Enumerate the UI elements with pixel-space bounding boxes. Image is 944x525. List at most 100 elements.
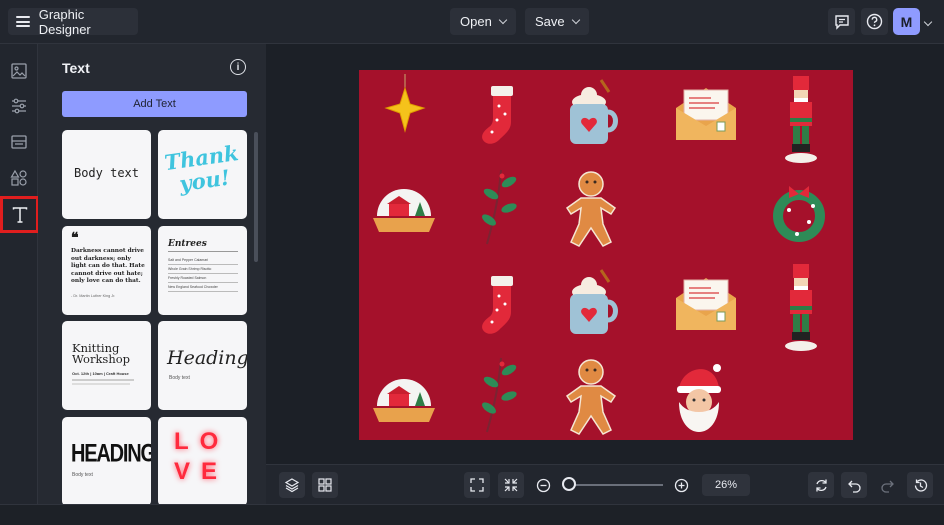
template-quote-author: - Dr. Martin Luther King Jr. bbox=[71, 294, 116, 298]
chevron-down-icon[interactable] bbox=[923, 17, 933, 27]
zoom-slider-handle[interactable] bbox=[562, 477, 576, 491]
menu-divider bbox=[168, 251, 238, 252]
template-heading-bold-label: HEADING bbox=[71, 440, 151, 468]
zoom-level[interactable]: 26% bbox=[702, 474, 750, 496]
app-window: Graphic Designer Open Save M Text i Add … bbox=[0, 0, 944, 525]
snow-globe-sticker[interactable] bbox=[369, 366, 439, 426]
template-love[interactable]: LOVE bbox=[158, 417, 247, 504]
envelope-sticker[interactable] bbox=[673, 274, 739, 332]
star-ornament-sticker[interactable] bbox=[371, 74, 437, 138]
envelope-sticker[interactable] bbox=[673, 84, 739, 142]
stocking-sticker[interactable] bbox=[479, 274, 523, 342]
divider bbox=[72, 379, 134, 381]
comment-button[interactable] bbox=[828, 8, 855, 35]
save-label: Save bbox=[535, 14, 565, 29]
wreath-sticker[interactable] bbox=[769, 182, 829, 244]
design-canvas[interactable] bbox=[359, 70, 853, 440]
layers-button[interactable] bbox=[279, 472, 305, 498]
template-knitting[interactable]: Knitting Workshop Oct. 12th | 10am | Cra… bbox=[62, 321, 151, 410]
chevron-down-icon bbox=[571, 15, 580, 25]
stocking-sticker[interactable] bbox=[479, 84, 523, 152]
footer-strip bbox=[0, 504, 944, 525]
undo-button[interactable] bbox=[841, 472, 867, 498]
template-quote-text: Darkness cannot drive out darkness; only… bbox=[71, 248, 145, 284]
save-button[interactable]: Save bbox=[525, 8, 589, 35]
rail-item-images[interactable] bbox=[4, 56, 34, 86]
template-love-label: LOVE bbox=[174, 428, 230, 485]
rail-item-adjust[interactable] bbox=[4, 91, 34, 121]
undo-icon bbox=[847, 480, 861, 493]
holly-sprig-sticker[interactable] bbox=[479, 356, 523, 434]
help-button[interactable] bbox=[861, 8, 888, 35]
rail-item-text[interactable] bbox=[0, 196, 39, 233]
santa-sticker[interactable] bbox=[671, 358, 727, 434]
workspace bbox=[266, 44, 944, 464]
avatar[interactable]: M bbox=[893, 8, 920, 35]
template-quote[interactable]: ❝ Darkness cannot drive out darkness; on… bbox=[62, 226, 151, 315]
nutcracker-sticker[interactable] bbox=[781, 74, 821, 164]
holly-sprig-sticker[interactable] bbox=[479, 168, 523, 246]
text-template-grid: Body text Thank you! ❝ Darkness cannot d… bbox=[62, 130, 248, 504]
cocoa-mug-sticker[interactable] bbox=[565, 78, 621, 148]
app-menu-button[interactable]: Graphic Designer bbox=[8, 6, 138, 37]
info-icon[interactable]: i bbox=[230, 59, 246, 75]
cocoa-mug-sticker[interactable] bbox=[565, 268, 621, 338]
template-body-text-label: Body text bbox=[73, 166, 140, 180]
nutcracker-sticker[interactable] bbox=[781, 262, 821, 352]
text-panel: Text i Add Text Body text Thank you! ❝ D… bbox=[38, 44, 266, 504]
menu-icon bbox=[16, 16, 30, 27]
zoom-out-icon[interactable] bbox=[536, 478, 551, 493]
panel-scrollbar[interactable] bbox=[254, 132, 258, 262]
divider bbox=[72, 383, 130, 385]
refresh-button[interactable] bbox=[808, 472, 834, 498]
template-thank-you[interactable]: Thank you! bbox=[158, 130, 247, 219]
help-icon bbox=[866, 13, 883, 30]
gingerbread-sticker[interactable] bbox=[559, 168, 623, 248]
template-heading-script-sub: Body text bbox=[169, 375, 190, 381]
quote-mark-icon: ❝ bbox=[71, 230, 79, 246]
menu-item: New England Seafood Chowder bbox=[168, 283, 238, 292]
grid-icon bbox=[318, 478, 332, 492]
avatar-letter: M bbox=[900, 13, 913, 30]
template-menu-list: Salt and Pepper Calamari Whole Grain Shr… bbox=[168, 256, 238, 292]
text-icon bbox=[12, 206, 27, 223]
comment-icon bbox=[834, 14, 849, 30]
template-heading-bold[interactable]: HEADING Body text bbox=[62, 417, 151, 504]
bottom-toolbar: 26% bbox=[266, 464, 944, 504]
panel-title: Text bbox=[62, 60, 90, 76]
template-body-text[interactable]: Body text bbox=[62, 130, 151, 219]
layout-icon bbox=[11, 135, 27, 149]
top-bar: Graphic Designer Open Save M bbox=[0, 0, 944, 44]
template-knitting-sub: Oct. 12th | 10am | Craft House bbox=[72, 371, 129, 376]
refresh-icon bbox=[815, 479, 827, 491]
add-text-button[interactable]: Add Text bbox=[62, 91, 247, 117]
shapes-icon bbox=[10, 169, 27, 186]
template-heading-script[interactable]: Heading Body text bbox=[158, 321, 247, 410]
image-icon bbox=[11, 63, 27, 79]
shrink-button[interactable] bbox=[498, 472, 524, 498]
open-button[interactable]: Open bbox=[450, 8, 516, 35]
redo-icon bbox=[880, 480, 894, 493]
fit-screen-button[interactable] bbox=[464, 472, 490, 498]
template-heading-script-label: Heading bbox=[167, 347, 247, 369]
snow-globe-sticker[interactable] bbox=[369, 176, 439, 236]
chevron-down-icon bbox=[498, 15, 508, 25]
shrink-icon bbox=[504, 478, 518, 492]
app-title: Graphic Designer bbox=[38, 6, 91, 37]
redo-button[interactable] bbox=[874, 472, 900, 498]
rail-item-shapes[interactable] bbox=[4, 163, 34, 193]
open-label: Open bbox=[460, 14, 492, 29]
layers-icon bbox=[284, 478, 300, 493]
zoom-in-icon[interactable] bbox=[674, 478, 689, 493]
template-menu[interactable]: Entrees Salt and Pepper Calamari Whole G… bbox=[158, 226, 247, 315]
template-menu-title: Entrees bbox=[168, 239, 207, 249]
menu-item: Whole Grain Shrimp Risotto bbox=[168, 265, 238, 274]
sliders-icon bbox=[12, 98, 26, 114]
history-icon bbox=[914, 478, 927, 492]
template-knitting-title: Knitting Workshop bbox=[72, 341, 131, 366]
grid-button[interactable] bbox=[312, 472, 338, 498]
zoom-slider-track[interactable] bbox=[569, 484, 663, 486]
gingerbread-sticker[interactable] bbox=[559, 356, 623, 436]
rail-item-layout[interactable] bbox=[4, 127, 34, 157]
history-button[interactable] bbox=[907, 472, 933, 498]
